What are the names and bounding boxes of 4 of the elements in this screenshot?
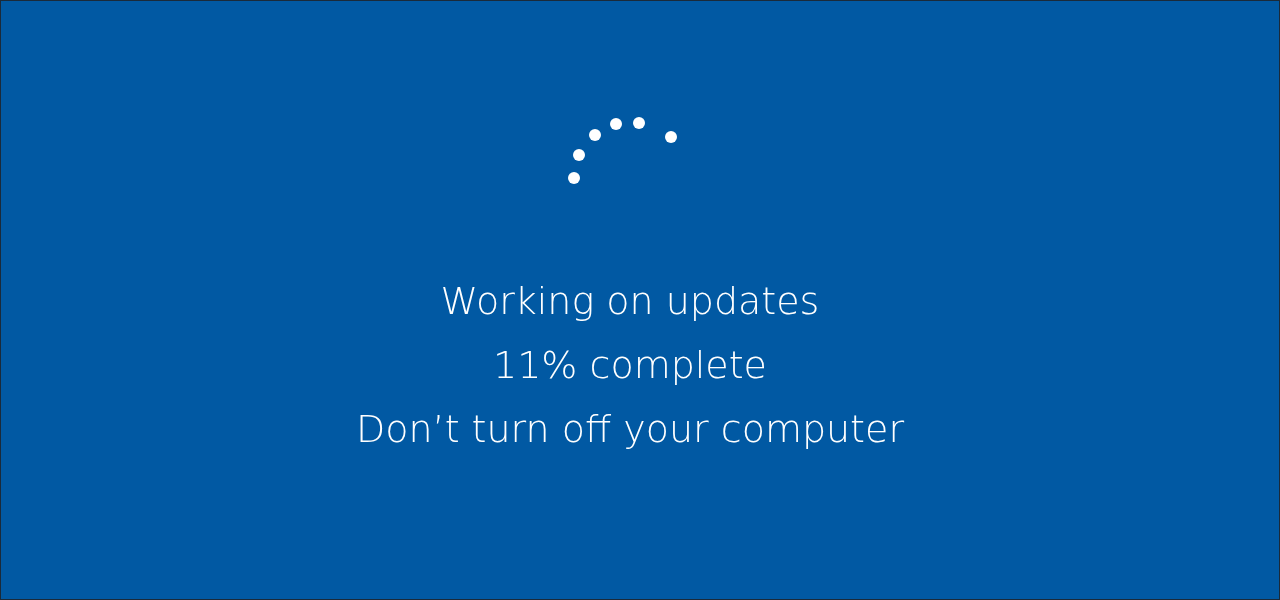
loading-dots-icon [566, 117, 678, 185]
status-message: 11% complete [492, 342, 767, 389]
status-message: Don’t turn off your computer [355, 406, 905, 453]
status-message: Working on updates [440, 278, 820, 325]
